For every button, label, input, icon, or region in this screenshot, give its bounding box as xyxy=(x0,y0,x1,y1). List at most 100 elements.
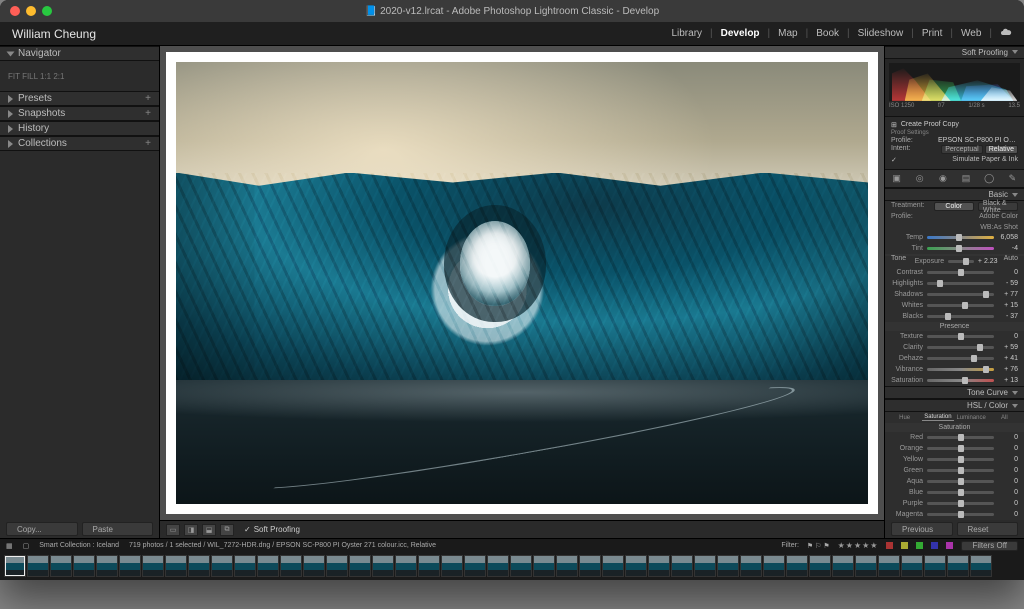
thumb[interactable] xyxy=(947,555,969,577)
before-after-tb-icon[interactable]: ⬓ xyxy=(202,524,216,536)
thumb[interactable] xyxy=(395,555,417,577)
shadows-slider[interactable] xyxy=(927,293,994,296)
thumb[interactable] xyxy=(441,555,463,577)
grid-view-icon[interactable]: ▦ xyxy=(6,542,13,550)
collections-header[interactable]: Collections+ xyxy=(0,136,159,151)
thumb[interactable] xyxy=(211,555,233,577)
crop-icon[interactable]: ▣ xyxy=(890,172,904,186)
thumb[interactable] xyxy=(326,555,348,577)
grad-filter-icon[interactable]: ▤ xyxy=(959,172,973,186)
blacks-slider[interactable] xyxy=(927,315,994,318)
sat-red-slider[interactable] xyxy=(927,436,994,439)
brush-icon[interactable]: ✎ xyxy=(1005,172,1019,186)
profile-value[interactable]: Adobe Color xyxy=(979,213,1018,220)
thumb[interactable] xyxy=(924,555,946,577)
thumb-selected[interactable] xyxy=(4,555,26,577)
thumb[interactable] xyxy=(556,555,578,577)
thumb[interactable] xyxy=(648,555,670,577)
intent-perceptual[interactable]: Perceptual xyxy=(941,145,982,154)
exposure-slider[interactable] xyxy=(948,260,973,263)
color-filter-purple[interactable] xyxy=(946,542,953,549)
thumb[interactable] xyxy=(188,555,210,577)
sat-blue-slider[interactable] xyxy=(927,491,994,494)
redeye-icon[interactable]: ◉ xyxy=(936,172,950,186)
tint-slider[interactable] xyxy=(927,247,994,250)
treatment-color[interactable]: Color xyxy=(934,202,974,211)
thumb[interactable] xyxy=(625,555,647,577)
sat-green-slider[interactable] xyxy=(927,469,994,472)
module-book[interactable]: Book xyxy=(816,28,839,39)
thumb[interactable] xyxy=(349,555,371,577)
zoom-icon[interactable] xyxy=(42,6,52,16)
thumb[interactable] xyxy=(165,555,187,577)
sat-orange-slider[interactable] xyxy=(927,447,994,450)
soft-proofing-toggle[interactable]: Soft Proofing xyxy=(244,525,300,534)
history-header[interactable]: History xyxy=(0,121,159,136)
module-slideshow[interactable]: Slideshow xyxy=(858,28,904,39)
color-filter-yellow[interactable] xyxy=(901,542,908,549)
module-develop[interactable]: Develop xyxy=(721,28,760,39)
cloud-sync-icon[interactable] xyxy=(1000,26,1012,41)
thumb[interactable] xyxy=(533,555,555,577)
thumb[interactable] xyxy=(717,555,739,577)
saturation-slider[interactable] xyxy=(927,379,994,382)
module-library[interactable]: Library xyxy=(671,28,702,39)
thumb[interactable] xyxy=(740,555,762,577)
thumb[interactable] xyxy=(119,555,141,577)
before-after-lr-icon[interactable]: ◨ xyxy=(184,524,198,536)
thumb[interactable] xyxy=(671,555,693,577)
simulate-paper-ink[interactable]: Simulate Paper & Ink xyxy=(891,155,1018,165)
thumb[interactable] xyxy=(487,555,509,577)
create-proof-copy[interactable]: ⊞ Create Proof Copy xyxy=(891,121,1018,129)
minimize-icon[interactable] xyxy=(26,6,36,16)
color-filter-green[interactable] xyxy=(916,542,923,549)
thumb[interactable] xyxy=(855,555,877,577)
thumb[interactable] xyxy=(96,555,118,577)
vibrance-slider[interactable] xyxy=(927,368,994,371)
thumb[interactable] xyxy=(372,555,394,577)
navigator-zoom[interactable]: FIT FILL 1:1 2:1 xyxy=(8,72,64,81)
histogram[interactable]: ISO 1250 f/7 1/28 s 13.5 xyxy=(885,59,1024,117)
soft-proofing-header[interactable]: Soft Proofing xyxy=(885,46,1024,59)
before-after-split-icon[interactable]: ⧉ xyxy=(220,524,234,536)
rating-filter[interactable]: ★★★★★ xyxy=(838,541,879,550)
thumb[interactable] xyxy=(786,555,808,577)
loupe-view-icon[interactable]: ▭ xyxy=(166,524,180,536)
copy-button[interactable]: Copy... xyxy=(6,522,78,536)
texture-slider[interactable] xyxy=(927,335,994,338)
contrast-slider[interactable] xyxy=(927,271,994,274)
thumb[interactable] xyxy=(579,555,601,577)
auto-tone[interactable]: Auto xyxy=(1004,255,1024,262)
navigator-header[interactable]: Navigator xyxy=(0,46,159,61)
thumb[interactable] xyxy=(418,555,440,577)
temp-slider[interactable] xyxy=(927,236,994,239)
thumb[interactable] xyxy=(73,555,95,577)
thumb[interactable] xyxy=(832,555,854,577)
close-icon[interactable] xyxy=(10,6,20,16)
previous-button[interactable]: Previous xyxy=(891,522,953,536)
radial-filter-icon[interactable]: ◯ xyxy=(982,172,996,186)
hsl-tab-sat[interactable]: Saturation xyxy=(922,414,953,421)
thumb[interactable] xyxy=(303,555,325,577)
thumb[interactable] xyxy=(464,555,486,577)
thumb[interactable] xyxy=(257,555,279,577)
hsl-tab-lum[interactable]: Luminance xyxy=(956,415,987,421)
hsl-tab-all[interactable]: All xyxy=(989,415,1020,421)
spot-removal-icon[interactable]: ◎ xyxy=(913,172,927,186)
second-window-icon[interactable]: ▢ xyxy=(23,542,30,550)
module-print[interactable]: Print xyxy=(922,28,943,39)
sat-purple-slider[interactable] xyxy=(927,502,994,505)
thumb[interactable] xyxy=(809,555,831,577)
thumb[interactable] xyxy=(510,555,532,577)
intent-relative[interactable]: Relative xyxy=(985,145,1018,154)
thumb[interactable] xyxy=(602,555,624,577)
thumb[interactable] xyxy=(280,555,302,577)
collection-path[interactable]: Smart Collection : Iceland xyxy=(39,542,119,549)
thumb[interactable] xyxy=(763,555,785,577)
sat-magenta-slider[interactable] xyxy=(927,513,994,516)
sat-yellow-slider[interactable] xyxy=(927,458,994,461)
thumb[interactable] xyxy=(970,555,992,577)
clarity-slider[interactable] xyxy=(927,346,994,349)
snapshots-header[interactable]: Snapshots+ xyxy=(0,106,159,121)
dehaze-slider[interactable] xyxy=(927,357,994,360)
